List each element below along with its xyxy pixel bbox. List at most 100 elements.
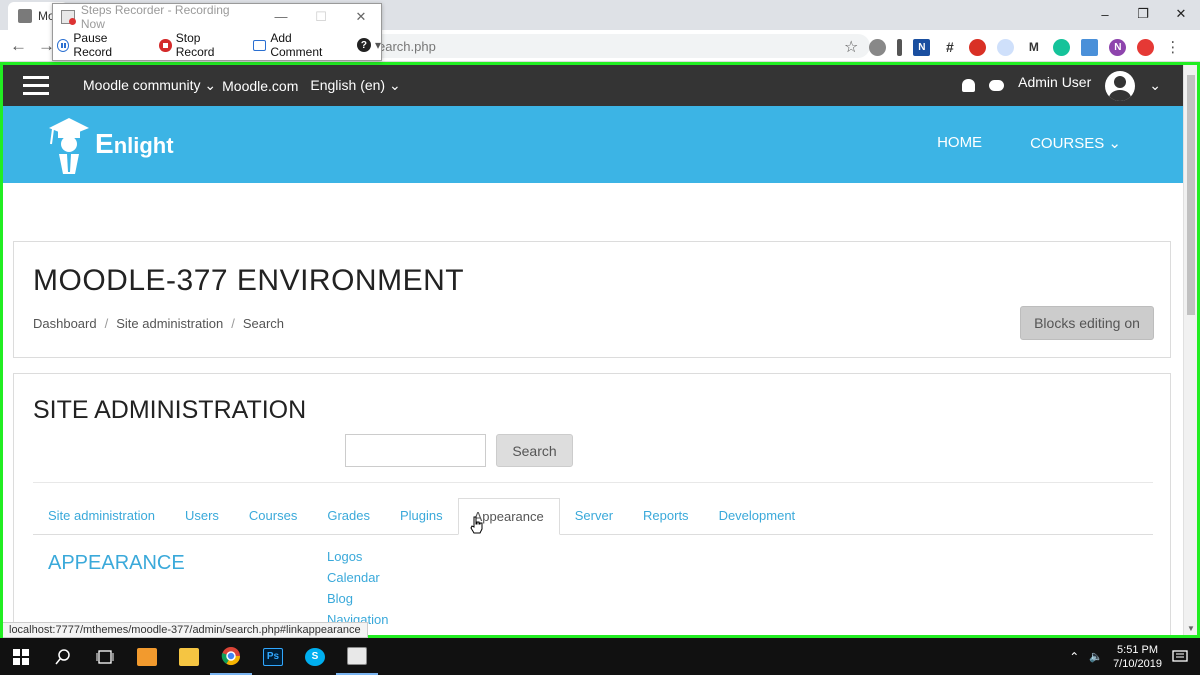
tab-plugins[interactable]: Plugins <box>385 498 458 534</box>
extension-n-icon[interactable]: N <box>913 38 931 56</box>
chevron-down-icon[interactable]: ⌄ <box>1149 77 1161 94</box>
taskbar-file-explorer[interactable] <box>168 638 210 675</box>
recorder-close-button[interactable]: ✕ <box>341 9 381 25</box>
pause-icon <box>57 38 70 52</box>
extension-globe-icon[interactable] <box>869 38 887 56</box>
help-menu-button[interactable]: ? ▾ <box>356 38 381 52</box>
breadcrumb-site-administration[interactable]: Site administration <box>116 316 223 331</box>
steps-recorder-titlebar[interactable]: Steps Recorder - Recording Now — ☐ ✕ <box>53 3 381 31</box>
scroll-down-arrow-icon[interactable]: ▼ <box>1187 624 1195 633</box>
breadcrumb-dashboard[interactable]: Dashboard <box>33 316 97 331</box>
page-scrollbar[interactable]: ▼ <box>1183 65 1197 635</box>
tab-reports[interactable]: Reports <box>628 498 704 534</box>
steps-recorder-app-icon <box>61 10 76 25</box>
stop-record-button[interactable]: Stop Record <box>159 31 239 59</box>
taskbar-steps-recorder[interactable] <box>336 638 378 675</box>
nav-language-label: English (en) <box>310 77 386 93</box>
admin-search-button[interactable]: Search <box>496 434 573 467</box>
browser-window-controls: – ❐ ✕ <box>1086 0 1200 30</box>
page-viewport: Moodle community ⌄ Moodle.com English (e… <box>0 62 1200 638</box>
search-icon <box>55 648 70 664</box>
page-header-card: MOODLE-377 ENVIRONMENT Dashboard / Site … <box>13 241 1171 358</box>
steps-recorder-window: Steps Recorder - Recording Now — ☐ ✕ Pau… <box>52 3 382 61</box>
page-title: MOODLE-377 ENVIRONMENT <box>33 264 465 297</box>
address-bar-url: earch.php <box>378 38 436 54</box>
extension-page-icon[interactable] <box>997 38 1015 56</box>
admin-search-input[interactable] <box>345 434 486 467</box>
stop-record-label: Stop Record <box>175 31 215 59</box>
steps-recorder-title: Steps Recorder - Recording Now <box>80 3 230 31</box>
hamburger-menu-icon[interactable] <box>23 76 49 95</box>
breadcrumb-search: Search <box>242 316 285 331</box>
avatar[interactable] <box>1105 70 1136 101</box>
breadcrumb: Dashboard / Site administration / Search <box>33 316 284 331</box>
tray-chevron-icon[interactable]: ⌃ <box>1069 650 1079 664</box>
windows-logo-icon <box>13 648 29 665</box>
section-title-appearance[interactable]: APPEARANCE <box>48 552 185 575</box>
tab-server[interactable]: Server <box>560 498 628 534</box>
nav-moodle-com[interactable]: Moodle.com <box>222 78 298 94</box>
add-comment-button[interactable]: Add Comment <box>252 31 343 59</box>
taskbar-skype[interactable]: S <box>294 638 336 675</box>
pause-record-label: Pause Record <box>73 31 113 59</box>
link-calendar[interactable]: Calendar <box>327 570 388 586</box>
notification-icon[interactable] <box>1172 649 1188 664</box>
tab-development[interactable]: Development <box>704 498 811 534</box>
taskbar-sublime[interactable] <box>126 638 168 675</box>
extension-red-icon[interactable] <box>1137 38 1155 56</box>
tab-grades[interactable]: Grades <box>312 498 385 534</box>
start-button[interactable] <box>0 638 42 675</box>
extension-m-icon[interactable]: M <box>1025 38 1043 56</box>
extension-eyedropper-icon[interactable] <box>897 38 903 56</box>
browser-restore-button[interactable]: ❐ <box>1124 0 1162 28</box>
extension-screenshot-icon[interactable] <box>1081 38 1099 56</box>
tab-courses[interactable]: Courses <box>234 498 312 534</box>
nav-moodle-community[interactable]: Moodle community ⌄ <box>83 77 216 94</box>
taskbar-photoshop[interactable]: Ps <box>252 638 294 675</box>
blocks-editing-button[interactable]: Blocks editing on <box>1020 306 1154 340</box>
recorder-maximize-button[interactable]: ☐ <box>301 9 341 25</box>
tab-users[interactable]: Users <box>170 498 234 534</box>
back-arrow-icon[interactable]: ← <box>10 36 27 56</box>
extension-hash-icon[interactable]: # <box>941 38 959 56</box>
menu-courses-label: COURSES <box>1030 135 1105 152</box>
volume-icon[interactable]: 🔈 <box>1089 650 1103 663</box>
task-view-button[interactable] <box>84 638 126 675</box>
browser-minimize-button[interactable]: – <box>1086 0 1124 28</box>
scrollbar-thumb[interactable] <box>1187 75 1195 315</box>
taskbar-chrome[interactable] <box>210 638 252 675</box>
link-blog[interactable]: Blog <box>327 591 388 607</box>
chevron-down-icon: ▾ <box>374 38 381 52</box>
bell-icon[interactable] <box>962 79 976 92</box>
profile-avatar-icon[interactable]: N <box>1109 38 1127 56</box>
sublime-text-icon <box>137 647 157 666</box>
breadcrumb-separator: / <box>231 316 235 331</box>
bookmark-star-icon[interactable]: ☆ <box>844 37 858 57</box>
breadcrumb-separator: / <box>104 316 109 331</box>
folder-icon <box>179 647 199 666</box>
recorder-minimize-button[interactable]: — <box>261 9 301 25</box>
menu-home[interactable]: HOME <box>937 134 982 152</box>
extension-shield-icon[interactable] <box>969 38 987 56</box>
search-button[interactable] <box>42 638 84 675</box>
address-bar[interactable]: earch.php <box>370 34 870 58</box>
brand-bar: Enlight HOME COURSES ⌄ <box>3 106 1183 183</box>
link-logos[interactable]: Logos <box>327 549 388 565</box>
site-administration-card: SITE ADMINISTRATION Search Site administ… <box>13 373 1171 635</box>
add-comment-label: Add Comment <box>270 31 323 59</box>
chat-bubble-icon[interactable] <box>989 80 1005 91</box>
nav-language-menu[interactable]: English (en) ⌄ <box>310 77 400 94</box>
taskbar-clock[interactable]: 5:51 PM 7/10/2019 <box>1113 643 1162 671</box>
skype-icon: S <box>305 647 325 666</box>
site-administration-title: SITE ADMINISTRATION <box>33 396 307 424</box>
pause-record-button[interactable]: Pause Record <box>57 31 145 59</box>
browser-close-button[interactable]: ✕ <box>1162 0 1200 28</box>
task-view-icon <box>96 649 114 664</box>
extension-grammarly-icon[interactable] <box>1053 38 1071 56</box>
browser-menu-icon[interactable]: ⋮ <box>1165 38 1180 56</box>
user-name[interactable]: Admin User <box>1018 74 1091 90</box>
comment-icon <box>252 39 267 51</box>
hand-cursor-icon <box>470 516 483 534</box>
tab-site-administration[interactable]: Site administration <box>33 498 170 534</box>
menu-courses[interactable]: COURSES ⌄ <box>1030 134 1121 152</box>
